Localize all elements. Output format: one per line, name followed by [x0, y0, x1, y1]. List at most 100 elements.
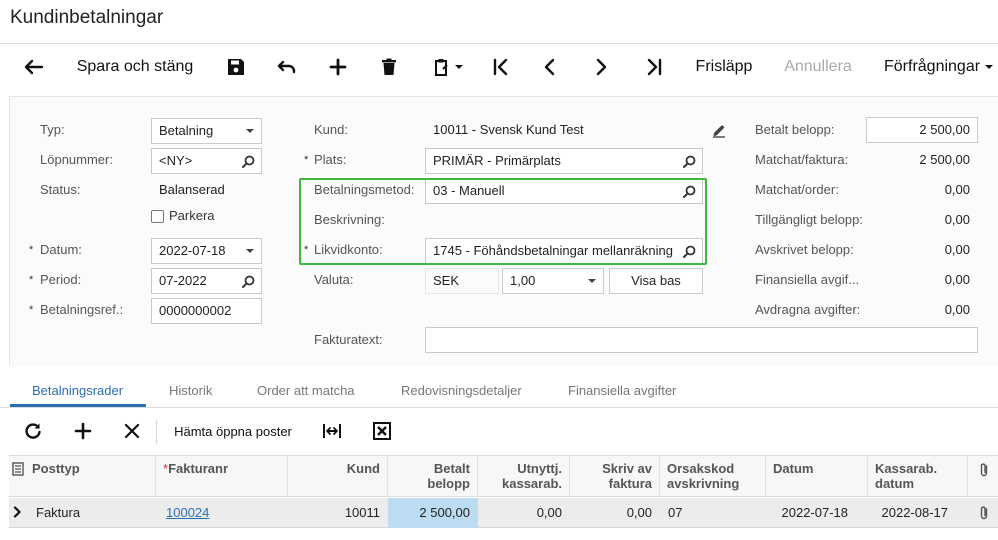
cell-betalt[interactable]: 2 500,00 — [388, 498, 478, 528]
matchfakt-value: 2 500,00 — [919, 152, 970, 167]
release-button[interactable]: Frisläpp — [688, 50, 760, 84]
close-icon — [124, 423, 140, 439]
typ-label: Typ: — [40, 122, 65, 137]
tab-redovisningsdetaljer[interactable]: Redovisningsdetaljer — [401, 383, 522, 405]
add-row-button[interactable] — [70, 418, 96, 444]
period-label: Period: — [40, 272, 82, 287]
parkera-label: Parkera — [169, 208, 215, 223]
delete-button[interactable] — [375, 50, 403, 84]
cell-utnyttj[interactable]: 0,00 — [478, 498, 570, 528]
betalt-label: Betalt belopp: — [755, 122, 835, 137]
chevron-right-icon — [596, 58, 607, 76]
previous-record-button[interactable] — [536, 50, 564, 84]
valuta-value: SEK — [433, 273, 460, 288]
excel-icon — [373, 422, 391, 440]
lopnummer-field[interactable]: <NY> — [151, 148, 262, 174]
col-betalt-line1: Betalt — [433, 461, 470, 476]
tillg-value: 0,00 — [944, 212, 970, 227]
undo-button[interactable] — [273, 50, 301, 84]
refresh-icon — [25, 423, 41, 439]
cell-kassarab[interactable]: 2022-08-17 — [868, 498, 956, 528]
refresh-button[interactable] — [20, 418, 46, 444]
last-record-button[interactable] — [640, 50, 668, 84]
arrow-left-icon — [24, 59, 44, 75]
caret-down-icon — [246, 249, 254, 253]
col-kassarab-line2: datum — [875, 476, 914, 491]
export-excel-button[interactable] — [369, 418, 395, 444]
betref-field[interactable]: 0000000002 — [151, 298, 262, 324]
kund-value[interactable]: 10011 - Svensk Kund Test — [433, 118, 584, 142]
search-icon[interactable] — [242, 155, 255, 168]
status-label: Status: — [40, 182, 81, 197]
highlight-box — [299, 178, 707, 265]
row-attachment-button[interactable] — [978, 505, 990, 524]
betalt-field[interactable]: 2 500,00 — [866, 117, 978, 143]
matchfakt-label: Matchat/faktura: — [755, 152, 849, 167]
visa-bas-button[interactable]: Visa bas — [609, 268, 703, 294]
add-button[interactable] — [324, 50, 352, 84]
datum-field[interactable]: 2022-07-18 — [151, 238, 262, 264]
matchorder-label: Matchat/order: — [755, 182, 839, 197]
exchange-rate-select[interactable]: 1,00 — [502, 268, 604, 294]
clipboard-icon — [435, 59, 448, 76]
col-orsak-line1: Orsakskod — [667, 461, 735, 476]
status-value: Balanserad — [159, 182, 225, 197]
inquiries-menu-button[interactable]: Förfrågningar — [878, 50, 998, 84]
tab-finansiella-avgifter[interactable]: Finansiella avgifter — [568, 383, 676, 405]
invoice-link[interactable]: 100024 — [166, 505, 209, 520]
col-fakturanr[interactable]: *Fakturanr — [156, 455, 288, 497]
save-button[interactable] — [222, 50, 250, 84]
fetch-open-items-button[interactable]: Hämta öppna poster — [165, 418, 301, 444]
save-close-button[interactable]: Spara och stäng — [68, 50, 202, 84]
tab-order-att-matcha[interactable]: Order att matcha — [257, 383, 355, 405]
first-record-button[interactable] — [487, 50, 515, 84]
back-button[interactable] — [18, 50, 50, 84]
col-attachments[interactable] — [978, 462, 990, 481]
required-marker: * — [29, 304, 34, 316]
matchorder-value: 0,00 — [944, 182, 970, 197]
col-orsak-line2: avskrivning — [667, 476, 740, 491]
row-selector-icon[interactable] — [12, 462, 24, 479]
edit-customer-button[interactable] — [711, 122, 727, 141]
next-record-button[interactable] — [587, 50, 615, 84]
paperclip-icon — [980, 463, 988, 477]
col-posttyp[interactable]: Posttyp — [25, 455, 156, 497]
cancel-button: Annullera — [784, 58, 852, 75]
col-orsak[interactable]: Orsakskod avskrivning — [660, 455, 766, 497]
paperclip-icon — [980, 506, 988, 520]
trash-icon — [382, 58, 396, 75]
avdr-value: 0,00 — [944, 302, 970, 317]
cell-kund[interactable]: 10011 — [288, 498, 388, 528]
avskr-value: 0,00 — [944, 242, 970, 257]
cell-fakturanr[interactable]: 100024 — [158, 498, 288, 528]
col-skriv[interactable]: Skriv av faktura — [570, 455, 660, 497]
delete-row-button[interactable] — [119, 418, 145, 444]
col-kassarab[interactable]: Kassarab. datum — [868, 455, 968, 497]
period-field[interactable]: 07-2022 — [151, 268, 262, 294]
col-betalt[interactable]: Betalt belopp — [388, 455, 478, 497]
caret-down-icon — [985, 65, 994, 69]
search-icon[interactable] — [683, 155, 696, 168]
col-kund[interactable]: Kund — [288, 455, 388, 497]
datum-label: Datum: — [40, 242, 82, 257]
valuta-field[interactable]: SEK — [425, 268, 499, 294]
caret-down-icon — [246, 129, 254, 133]
typ-select[interactable]: Betalning — [151, 118, 262, 144]
plus-icon — [74, 422, 92, 440]
plats-field[interactable]: PRIMÄR - Primärplats — [425, 148, 703, 174]
fit-columns-button[interactable] — [319, 418, 345, 444]
search-icon[interactable] — [242, 275, 255, 288]
cell-orsak[interactable]: 07 — [660, 498, 766, 528]
row-expand-indicator[interactable] — [12, 506, 22, 521]
col-datum[interactable]: Datum — [766, 455, 868, 497]
fakturatext-input[interactable] — [425, 327, 978, 353]
cell-skriv[interactable]: 0,00 — [570, 498, 660, 528]
cell-datum[interactable]: 2022-07-18 — [766, 498, 856, 528]
clipboard-menu-button[interactable] — [428, 50, 470, 84]
col-utnyttj[interactable]: Utnyttj. kassarab. — [478, 455, 570, 497]
cell-posttyp[interactable]: Faktura — [28, 498, 156, 528]
tab-historik[interactable]: Historik — [169, 383, 212, 405]
tab-betalningsrader[interactable]: Betalningsrader — [32, 383, 123, 405]
parkera-checkbox[interactable] — [151, 210, 164, 223]
plats-label: Plats: — [314, 152, 347, 167]
